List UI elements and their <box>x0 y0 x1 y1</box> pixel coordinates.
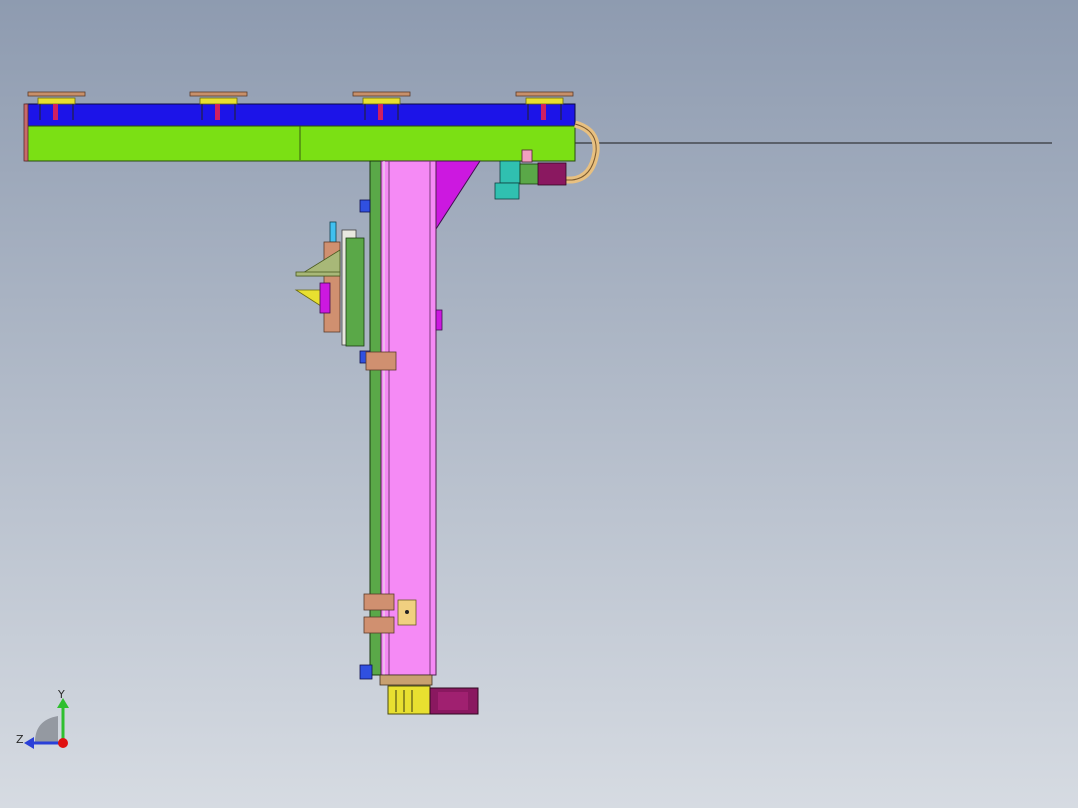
column-side-mark <box>435 309 443 331</box>
triad-x-axis-dot <box>58 738 68 748</box>
bottom-gear-motor <box>379 674 479 715</box>
beam-top-rail <box>25 103 576 128</box>
beam-end-cap <box>23 103 29 162</box>
y-axis-label: Y <box>57 688 65 701</box>
model-drawing[interactable] <box>0 0 1078 808</box>
z-arrow-icon <box>24 737 34 749</box>
cad-viewport[interactable]: Y Z <box>0 0 1078 808</box>
triad-arc-icon <box>35 716 58 742</box>
gusset <box>433 160 481 234</box>
axis-triad[interactable]: Y Z <box>10 686 90 766</box>
z-axis-label: Z <box>16 733 24 746</box>
horizontal-beam <box>23 103 576 162</box>
